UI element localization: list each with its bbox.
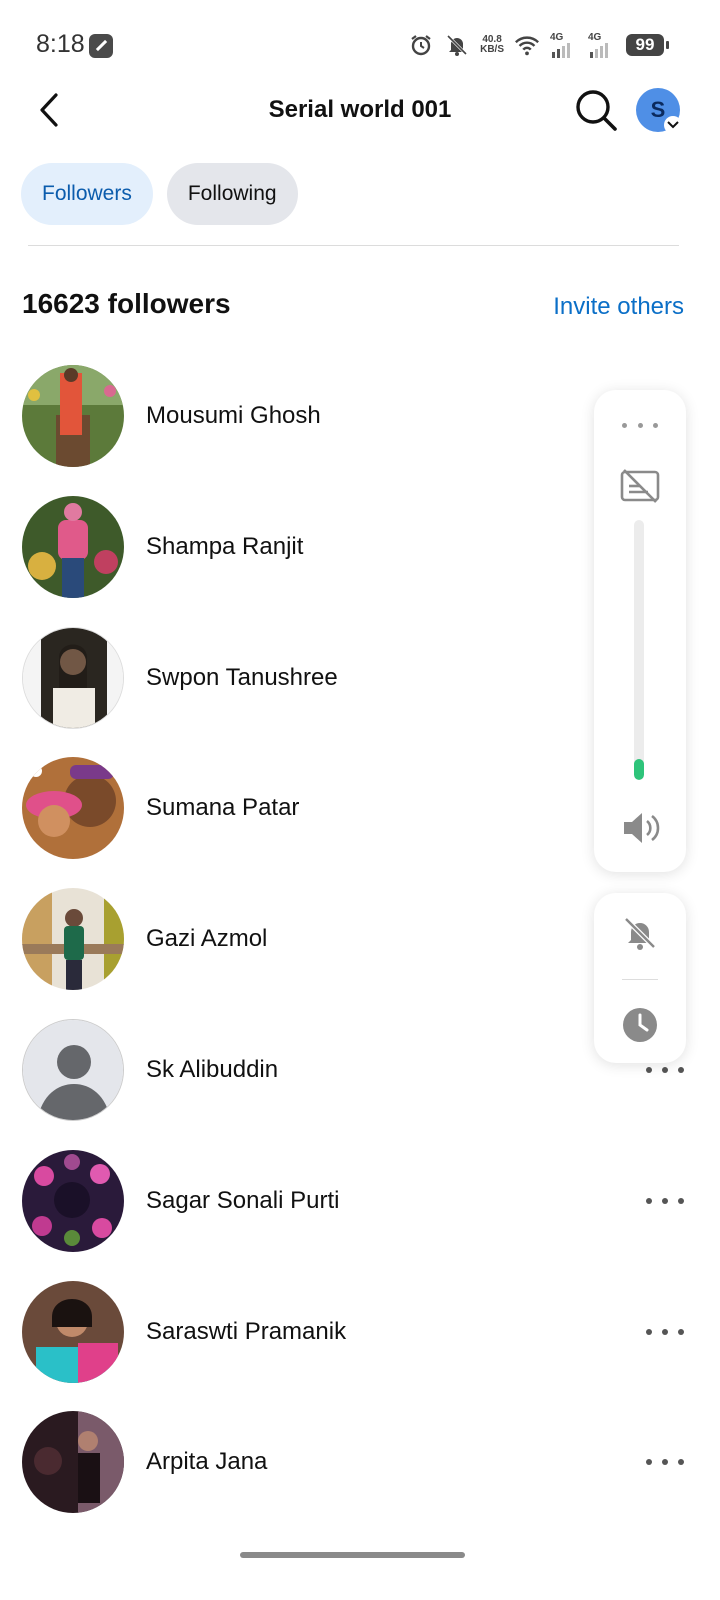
follower-name: Saraswti Pramanik	[146, 1317, 347, 1345]
screen-recorder-icon	[89, 34, 113, 58]
invite-others-link[interactable]: Invite others	[553, 293, 684, 321]
follower-name: Sagar Sonali Purti	[146, 1186, 340, 1214]
follower-name: Mousumi Ghosh	[146, 402, 321, 429]
tab-followers[interactable]: Followers	[21, 163, 153, 225]
avatar[interactable]	[22, 365, 124, 467]
tab-following[interactable]: Following	[166, 163, 298, 225]
follower-name: Sumana Patar	[146, 794, 300, 822]
bell-muted-icon[interactable]	[622, 915, 658, 951]
list-item[interactable]: Arpita Jana	[0, 1411, 720, 1542]
volume-more-button[interactable]	[622, 420, 658, 430]
wifi-icon	[514, 32, 540, 58]
home-indicator[interactable]	[240, 1552, 465, 1558]
volume-panel	[594, 390, 686, 872]
avatar[interactable]	[22, 626, 124, 729]
bell-muted-icon	[444, 32, 470, 58]
profile-initial: S	[650, 97, 666, 122]
follower-name: Swpon Tanushree	[146, 663, 338, 691]
status-icons: 40.8 KB/S 4G 4G 99	[408, 32, 669, 58]
divider	[28, 245, 679, 246]
status-time: 8:18	[36, 30, 85, 58]
live-caption-off-icon[interactable]	[620, 468, 660, 504]
list-item[interactable]: Sagar Sonali Purti	[0, 1149, 720, 1281]
followers-count: 16623 followers	[22, 288, 231, 319]
volume-slider[interactable]	[634, 520, 644, 780]
avatar[interactable]	[22, 888, 124, 991]
more-options-icon[interactable]	[646, 1447, 684, 1477]
search-button[interactable]	[574, 88, 618, 132]
network-speed: 40.8 KB/S	[480, 34, 504, 55]
battery-icon: 99	[626, 34, 669, 56]
clock-icon[interactable]	[622, 1007, 658, 1043]
signal-sim1-icon: 4G	[550, 32, 578, 58]
search-icon	[576, 90, 617, 131]
follower-name: Shampa Ranjit	[146, 532, 304, 560]
divider	[622, 979, 658, 980]
sound-mode-panel	[594, 893, 686, 1063]
volume-level	[634, 759, 644, 780]
follower-name: Arpita Jana	[146, 1448, 268, 1476]
speaker-icon[interactable]	[620, 808, 662, 848]
follower-name: Gazi Azmol	[146, 925, 268, 953]
avatar[interactable]	[22, 1018, 124, 1121]
avatar[interactable]	[22, 1411, 124, 1514]
avatar[interactable]	[22, 1149, 124, 1252]
alarm-icon	[408, 32, 434, 58]
chevron-down-icon	[664, 116, 682, 134]
profile-avatar-button[interactable]: S	[636, 88, 682, 134]
more-options-icon[interactable]	[646, 1186, 684, 1216]
signal-sim2-icon: 4G	[588, 32, 616, 58]
avatar[interactable]	[22, 495, 124, 598]
follower-name: Sk Alibuddin	[146, 1055, 279, 1083]
header: Serial world 001 S	[0, 78, 720, 142]
more-options-icon[interactable]	[646, 1317, 684, 1347]
tab-bar: Followers Following	[21, 163, 298, 225]
avatar[interactable]	[22, 757, 124, 860]
avatar[interactable]	[22, 1280, 124, 1383]
list-item[interactable]: Saraswti Pramanik	[0, 1280, 720, 1412]
